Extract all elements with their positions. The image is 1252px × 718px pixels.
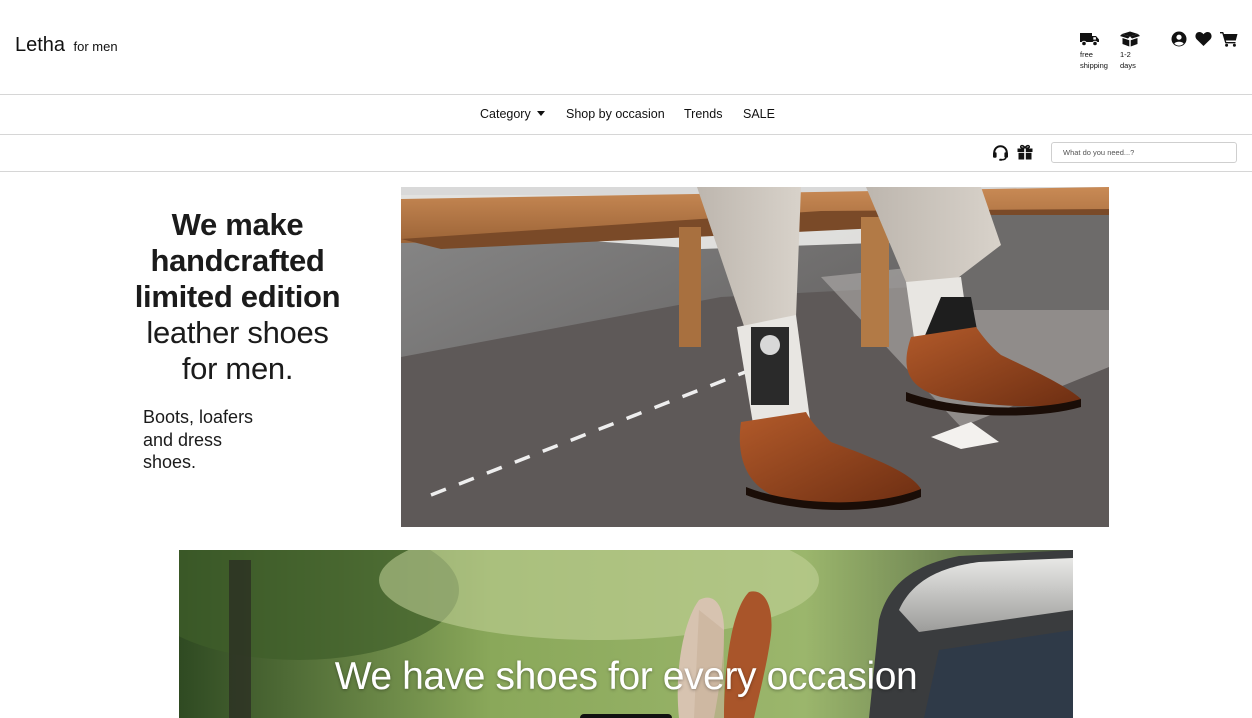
delivery-days-line1: 1-2 [1120, 50, 1131, 59]
support-button[interactable] [992, 144, 1009, 166]
nav-trends[interactable]: Trends [684, 107, 722, 121]
hero-subtitle: Boots, loafers and dress shoes. [143, 406, 273, 474]
free-shipping-badge: free shipping [1080, 31, 1116, 71]
heart-icon [1195, 31, 1212, 46]
brand-logo[interactable]: Letha for men [15, 34, 118, 57]
main-navigation: Category Shop by occasion Trends SALE [0, 95, 1252, 135]
free-shipping-line2: shipping [1080, 61, 1108, 70]
caret-down-icon [536, 111, 545, 116]
hero-line-4: leather shoes [146, 315, 329, 350]
nav-category-label: Category [480, 107, 531, 121]
search-input[interactable] [1051, 142, 1237, 163]
delivery-days-badge: 1-2 days [1120, 31, 1156, 71]
gift-button[interactable] [1017, 144, 1033, 165]
banner-cta-button[interactable] [580, 714, 672, 718]
brand-tagline: for men [73, 39, 118, 54]
hero-sub-line-2: and dress [143, 429, 223, 450]
delivery-days-line2: days [1120, 61, 1136, 70]
occasion-banner: We have shoes for every occasion [179, 550, 1073, 718]
headset-icon [993, 145, 1008, 161]
hero-photo-illustration [401, 187, 1109, 527]
brand-name: Letha [15, 34, 66, 56]
site-header: Letha for men free shipping 1-2 days [0, 0, 1252, 95]
hero-sub-line-1: Boots, loafers [143, 407, 254, 427]
utility-bar [0, 135, 1252, 172]
hero-sub-line-3: shoes. [143, 452, 197, 472]
hero-line-3: limited edition [134, 279, 341, 314]
nav-sale[interactable]: SALE [743, 107, 775, 121]
nav-category-dropdown[interactable]: Category [480, 107, 545, 121]
hero-heading: We make handcrafted limited edition leat… [125, 207, 350, 387]
cart-button[interactable] [1220, 31, 1238, 52]
account-button[interactable] [1171, 31, 1187, 52]
hero-line-5: for men. [181, 351, 294, 386]
account-icon [1171, 31, 1187, 47]
truck-icon [1080, 33, 1099, 47]
hero-line-2: handcrafted [150, 243, 325, 278]
cart-icon [1220, 32, 1238, 47]
gift-icon [1017, 144, 1033, 160]
hero-line-1: We make [171, 207, 304, 242]
nav-shop-by-occasion[interactable]: Shop by occasion [566, 107, 665, 121]
hero-photo [401, 187, 1109, 527]
wishlist-button[interactable] [1195, 31, 1212, 52]
banner-title: We have shoes for every occasion [334, 655, 918, 698]
box-icon [1120, 31, 1140, 47]
free-shipping-line1: free [1080, 50, 1093, 59]
